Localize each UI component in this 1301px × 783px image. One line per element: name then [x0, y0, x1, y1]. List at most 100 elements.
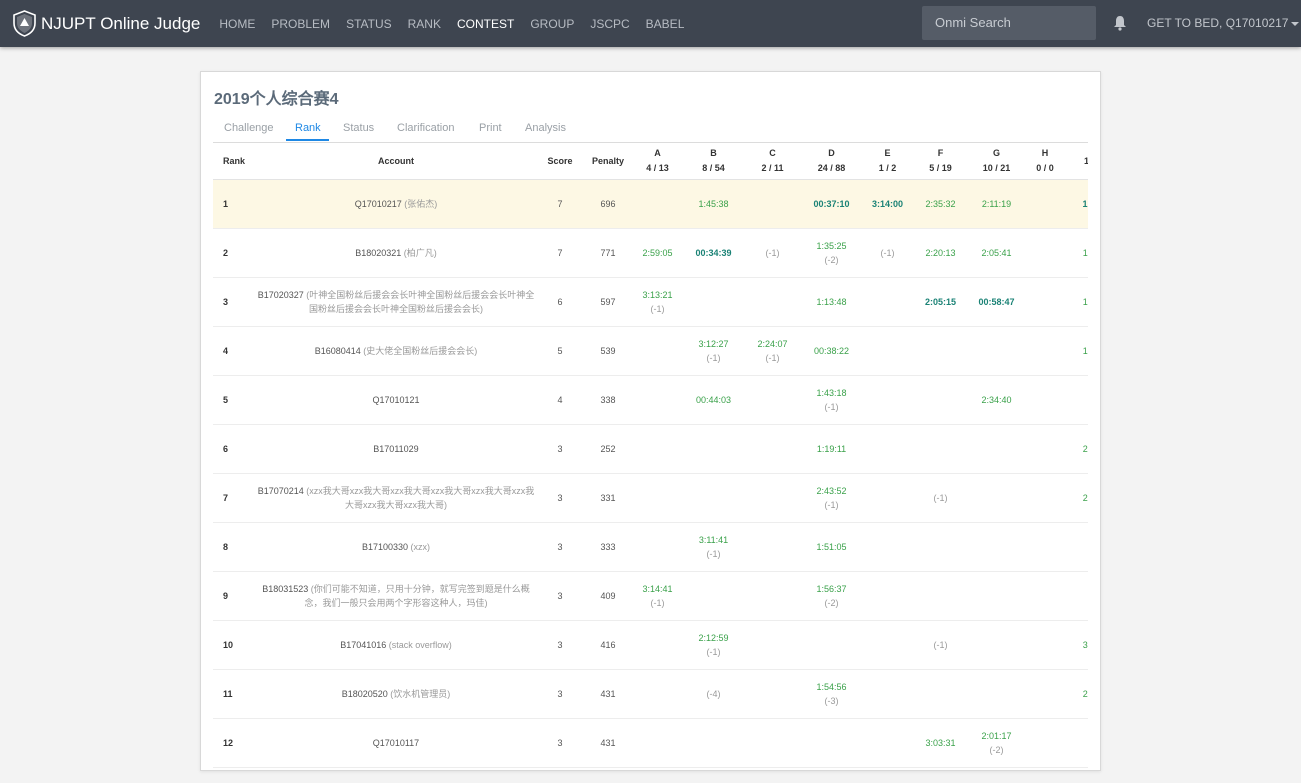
score-cell: 3 [535, 473, 585, 523]
problem-cell [861, 375, 914, 425]
solve-time: 00:34:39 [695, 248, 732, 258]
account-cell[interactable]: B18020321 (柏广凡) [257, 228, 535, 278]
nav-jscpc[interactable]: JSCPC [582, 17, 637, 31]
table-row: 3 B17020327 (叶神全国粉丝后援会会长叶神全国粉丝后援会会长叶神全国粉丝… [213, 277, 1088, 327]
bell-icon[interactable] [1113, 15, 1127, 31]
problem-id: H [1041, 148, 1049, 158]
account-cell[interactable]: B17070214 (xzx我大哥xzx我大哥xzx我大哥xzx我大哥xzx我大… [257, 473, 535, 523]
table-row: 9 B18031523 (你们可能不知道，只用十分钟，就写完签到题是什么概念，我们… [213, 571, 1088, 621]
problem-id: C [769, 148, 776, 158]
problem-cell [1064, 718, 1088, 768]
account-nickname: (你们可能不知道，只用十分钟，就写完签到题是什么概念，我们一般只会用两个字形容这… [304, 584, 530, 608]
tab-status[interactable]: Status [343, 122, 374, 134]
solve-time: 00:58:47 [978, 297, 1015, 307]
tab-rank[interactable]: Rank [295, 122, 321, 134]
active-tab-indicator [286, 139, 329, 141]
problem-cell [684, 473, 743, 523]
problem-header[interactable]: D 24 / 88 [802, 143, 861, 180]
problem-cell [631, 620, 684, 670]
solve-time: 2:05:41 [981, 248, 1012, 258]
nav-group[interactable]: GROUP [522, 17, 582, 31]
score-cell: 3 [535, 718, 585, 768]
problem-cell [631, 326, 684, 376]
problem-cell [861, 571, 914, 621]
solve-time: 1: [1082, 199, 1088, 209]
solve-time: 2:11:19 [981, 199, 1012, 209]
solve-time: 2: [1082, 493, 1088, 503]
nav-rank[interactable]: RANK [400, 17, 449, 31]
account-cell[interactable]: B17011029 [257, 424, 535, 474]
solve-time: 2:20:13 [925, 248, 956, 258]
problem-cell: 1:54:56 (-3) [802, 669, 861, 719]
solve-time: (-1) [765, 248, 780, 258]
problem-cell: 2:11:19 [967, 179, 1026, 229]
account-cell[interactable]: B18020520 (饮水机管理员) [257, 669, 535, 719]
account-cell[interactable]: B16080414 (史大佬全国粉丝后援会会长) [257, 326, 535, 376]
problem-cell [967, 669, 1026, 719]
solve-time: 1:43:18 [816, 388, 847, 398]
problem-cell [1026, 522, 1064, 572]
tab-challenge[interactable]: Challenge [224, 122, 274, 134]
penalty-cell: 771 [585, 228, 631, 278]
problem-header[interactable]: E 1 / 2 [861, 143, 914, 180]
account-cell[interactable]: Q17010217 (张佑杰) [257, 179, 535, 229]
problem-cell: 2:35:32 [914, 179, 967, 229]
rank-table: Rank Account Score Penalty A 4 / 13 B 8 / 5… [213, 143, 1088, 768]
problem-cell [1064, 375, 1088, 425]
nav-babel[interactable]: BABEL [638, 17, 693, 31]
nav-problem[interactable]: PROBLEM [263, 17, 338, 31]
user-label: GET TO BED, Q17010217 [1147, 16, 1289, 30]
penalty-cell: 539 [585, 326, 631, 376]
account-cell[interactable]: B18031523 (你们可能不知道，只用十分钟，就写完签到题是什么概念，我们一… [257, 571, 535, 621]
nav-home[interactable]: HOME [211, 17, 263, 31]
tab-clarification[interactable]: Clarification [397, 122, 454, 134]
problem-header[interactable]: A 4 / 13 [631, 143, 684, 180]
solve-time: 3:14:00 [871, 199, 904, 209]
user-dropdown[interactable]: GET TO BED, Q17010217 [1147, 16, 1300, 30]
solve-time: 2:01:17 [981, 731, 1012, 741]
tab-print[interactable]: Print [479, 122, 502, 134]
problem-header[interactable]: G 10 / 21 [967, 143, 1026, 180]
account-id: B18020321 [355, 248, 402, 258]
nav-status[interactable]: STATUS [338, 17, 400, 31]
problem-cell [1026, 326, 1064, 376]
problem-cell: 00:37:10 [802, 179, 861, 229]
account-cell[interactable]: B17100330 (xzx) [257, 522, 535, 572]
brand-link[interactable]: NJUPT Online Judge [12, 10, 200, 37]
table-row: 4 B16080414 (史大佬全国粉丝后援会会长) 5 539 3:12:27 (-1)… [213, 326, 1088, 376]
wrong-attempts: (-1) [650, 304, 665, 314]
problem-stat: 4 / 13 [646, 163, 669, 173]
problem-cell [861, 277, 914, 327]
problem-header[interactable]: 1 [1064, 143, 1088, 180]
account-cell[interactable]: B17020327 (叶神全国粉丝后援会会长叶神全国粉丝后援会会长叶神全国粉丝后… [257, 277, 535, 327]
problem-header[interactable]: C 2 / 11 [743, 143, 802, 180]
solve-time: 1:13:48 [816, 297, 847, 307]
problem-header[interactable]: B 8 / 54 [684, 143, 743, 180]
problem-cell [743, 424, 802, 474]
solve-time: 00:38:22 [813, 346, 850, 356]
problem-cell: 3: [1064, 620, 1088, 670]
account-cell[interactable]: Q17010117 [257, 718, 535, 768]
problem-header[interactable]: F 5 / 19 [914, 143, 967, 180]
problem-cell: (-1) [743, 228, 802, 278]
account-cell[interactable]: B17041016 (stack overflow) [257, 620, 535, 670]
penalty-cell: 696 [585, 179, 631, 229]
tab-analysis[interactable]: Analysis [525, 122, 566, 134]
problem-cell: 1: [1064, 179, 1088, 229]
solve-time: 2:43:52 [816, 486, 847, 496]
score-cell: 4 [535, 375, 585, 425]
wrong-attempts: (-3) [824, 696, 839, 706]
wrong-attempts: (-1) [706, 647, 721, 657]
account-id: Q17010217 [354, 199, 402, 209]
solve-time: 2:05:15 [924, 297, 957, 307]
problem-header[interactable]: H 0 / 0 [1026, 143, 1064, 180]
nav-contest[interactable]: CONTEST [449, 17, 522, 31]
search-input[interactable]: Onmi Search [922, 6, 1096, 40]
account-cell[interactable]: Q17010121 [257, 375, 535, 425]
problem-cell: (-1) [914, 620, 967, 670]
solve-time: 3:12:27 [698, 339, 729, 349]
problem-cell [1064, 522, 1088, 572]
solve-time: 2:24:07 [757, 339, 788, 349]
problem-cell: 3:14:00 [861, 179, 914, 229]
problem-cell [743, 522, 802, 572]
